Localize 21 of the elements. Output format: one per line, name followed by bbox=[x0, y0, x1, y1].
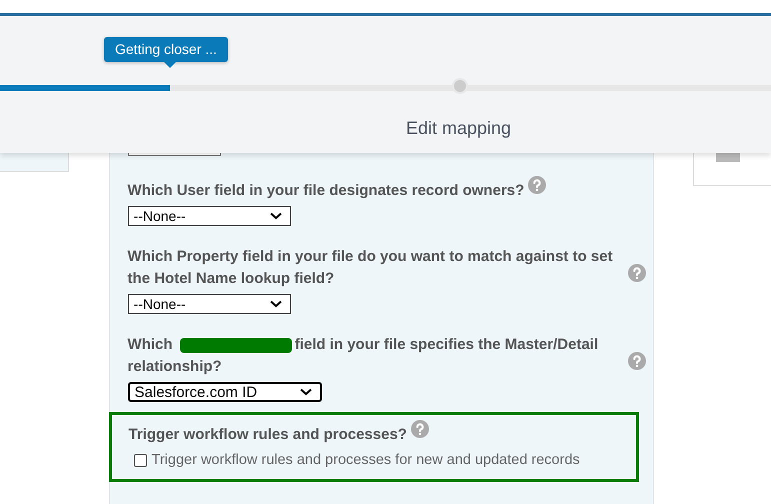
chevron-icon bbox=[270, 300, 282, 308]
tab-shape bbox=[716, 153, 740, 162]
tooltip-pointer bbox=[164, 62, 176, 68]
help-icon[interactable] bbox=[628, 264, 646, 282]
checkbox-label: Trigger workflow rules and processes for new and updated records bbox=[152, 452, 580, 468]
question-label: Which User field in your file designates record owners? bbox=[128, 181, 524, 201]
chevron-icon bbox=[300, 388, 312, 396]
question-label: Which field in your file specifies the Master/Detail relationship? bbox=[128, 335, 600, 377]
progress-tooltip: Getting closer ... bbox=[104, 37, 228, 62]
dropdown[interactable]: --None-- bbox=[128, 294, 291, 314]
step-label: Edit mapping bbox=[406, 118, 512, 138]
chevron-icon bbox=[270, 212, 282, 220]
help-icon[interactable] bbox=[528, 176, 546, 194]
section-title: Trigger workflow rules and processes? bbox=[128, 425, 407, 445]
dropdown[interactable]: --None-- bbox=[128, 206, 291, 226]
dropdown[interactable] bbox=[128, 153, 221, 156]
help-icon[interactable] bbox=[410, 420, 429, 438]
help-icon[interactable] bbox=[628, 352, 646, 370]
question-label: Which Property field in your file do you want to match against to set the Hotel Name lookup field? bbox=[128, 247, 614, 289]
checkbox[interactable] bbox=[134, 454, 147, 466]
dropdown[interactable]: Salesforce.com ID bbox=[128, 382, 322, 402]
